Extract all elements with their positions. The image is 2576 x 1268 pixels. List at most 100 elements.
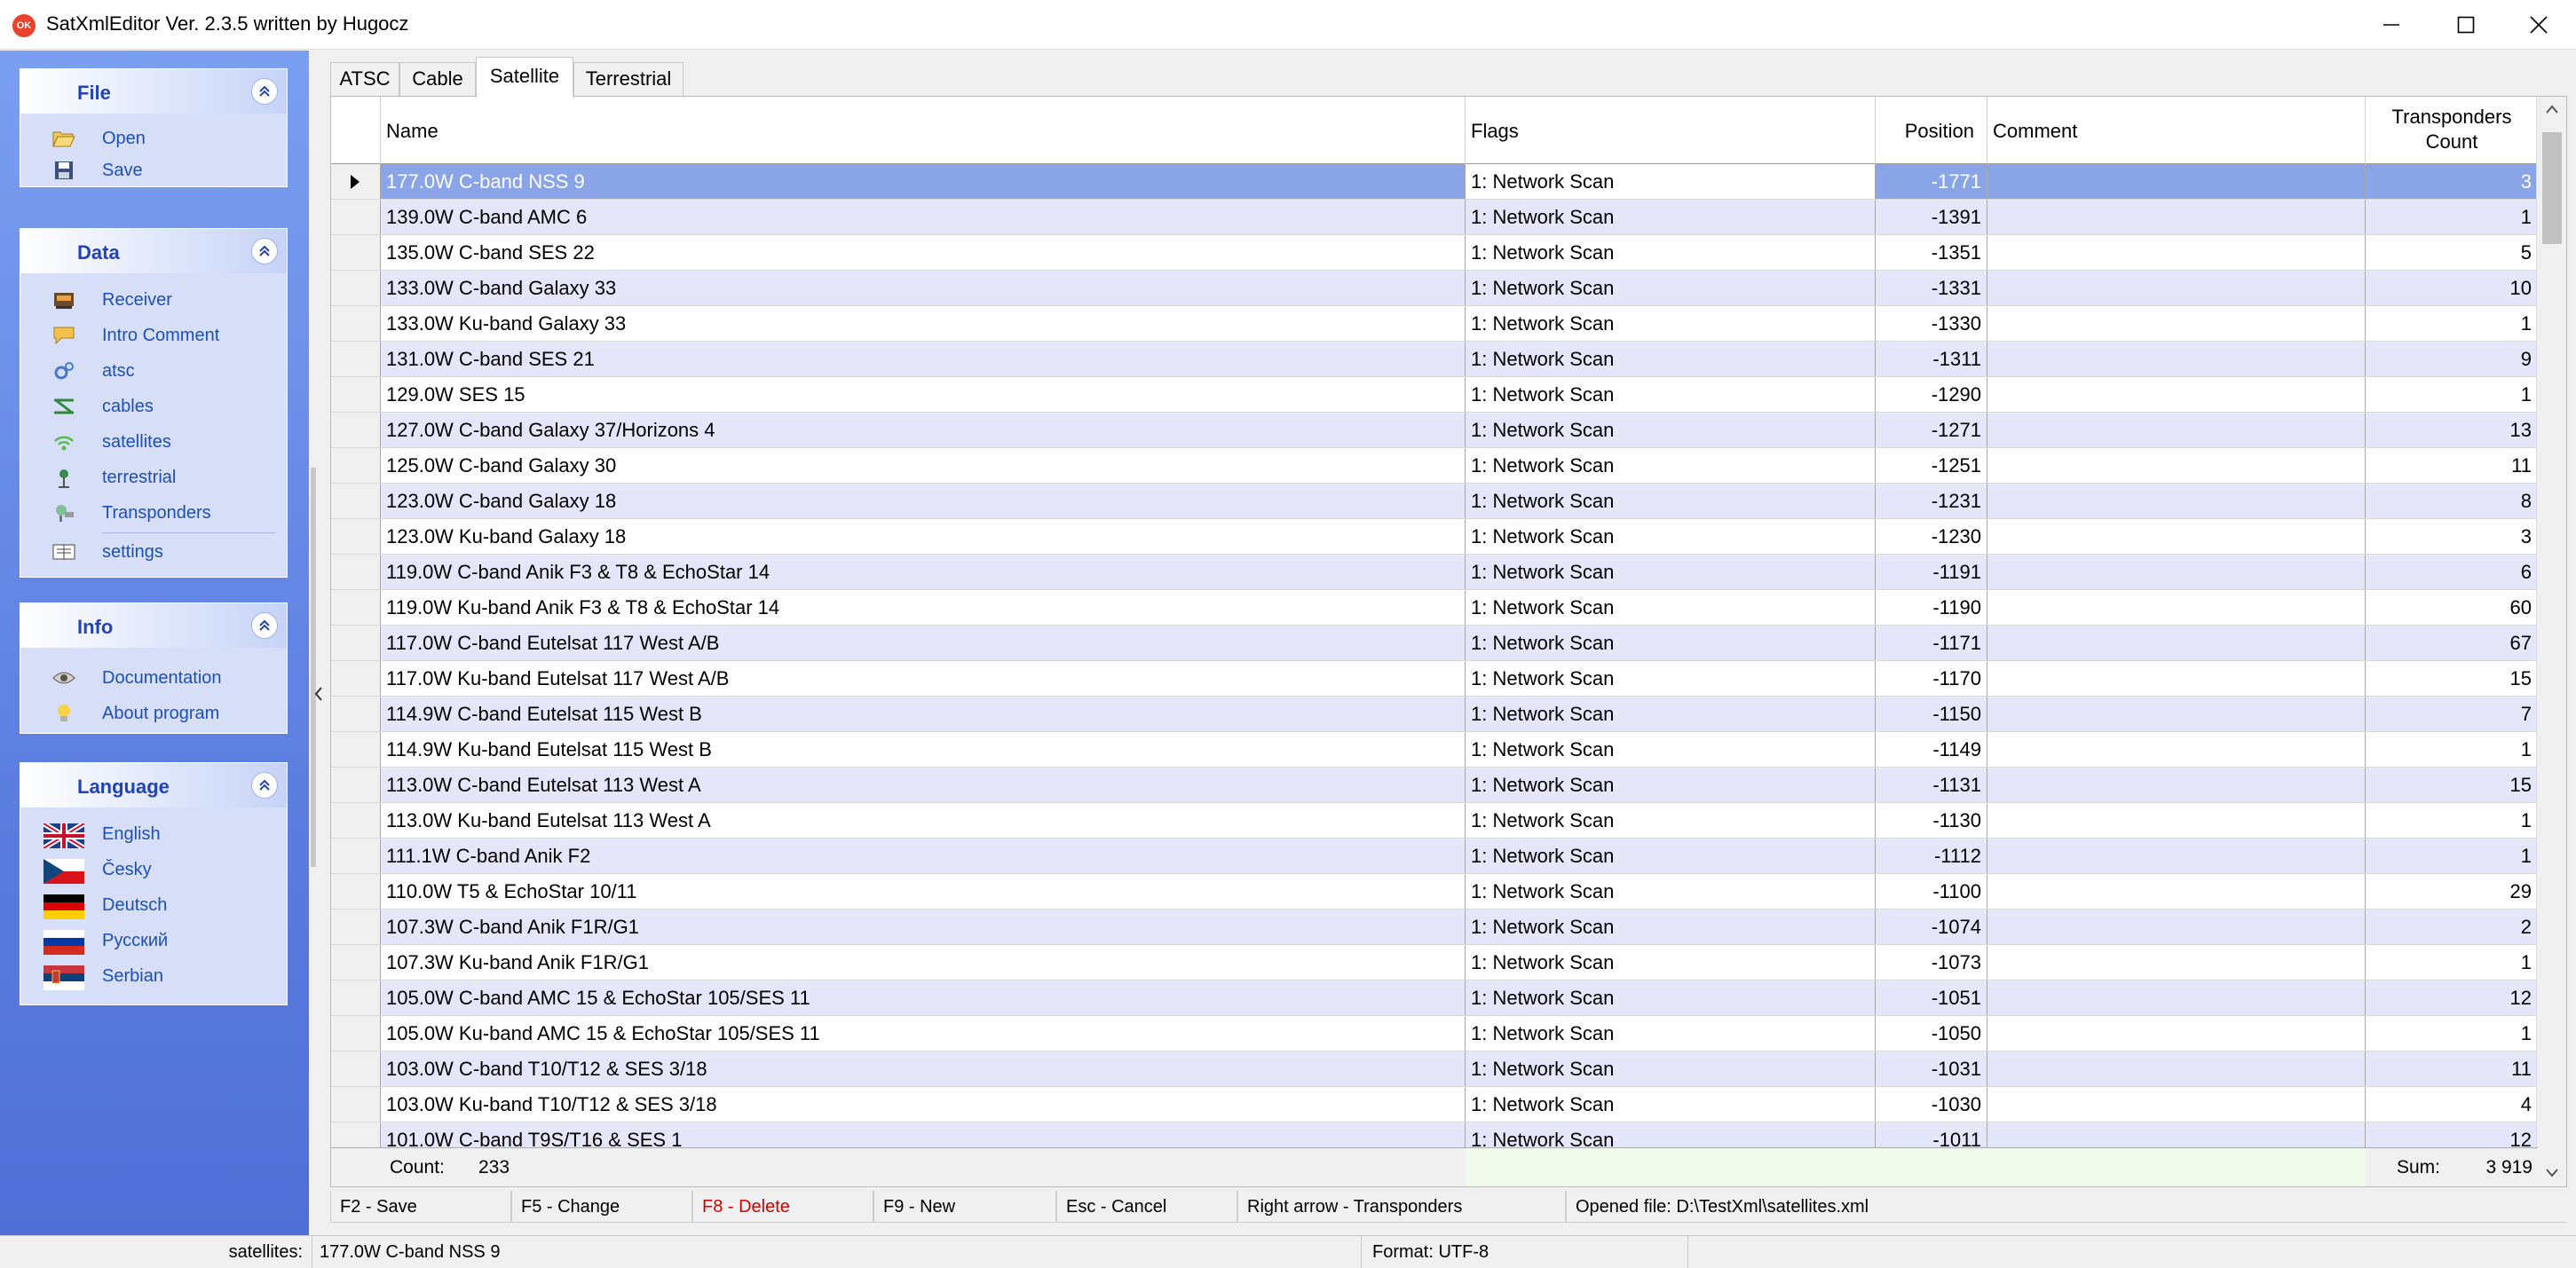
cell-position[interactable]: -1030 (1876, 1087, 1987, 1122)
cell-comment[interactable] (1987, 235, 2366, 270)
table-row[interactable]: 105.0W C-band AMC 15 & EchoStar 105/SES … (331, 981, 2538, 1016)
table-row[interactable]: 105.0W Ku-band AMC 15 & EchoStar 105/SES… (331, 1016, 2538, 1051)
cell-comment[interactable] (1987, 1087, 2366, 1122)
cell-position[interactable]: -1171 (1876, 626, 1987, 660)
cell-transponders-count[interactable]: 10 (2366, 271, 2538, 305)
minimize-button[interactable] (2354, 0, 2429, 50)
table-row[interactable]: 117.0W Ku-band Eutelsat 117 West A/B 1: N… (331, 661, 2538, 697)
cell-transponders-count[interactable]: 1 (2366, 200, 2538, 234)
row-header[interactable] (331, 732, 381, 767)
cell-name[interactable]: 139.0W C-band AMC 6 (381, 200, 1466, 234)
sidebar-item-cables[interactable]: cables (20, 390, 287, 422)
cell-position[interactable]: -1051 (1876, 981, 1987, 1015)
cell-position[interactable]: -1271 (1876, 413, 1987, 447)
cell-flags[interactable]: 1: Network Scan (1466, 697, 1876, 731)
tab-atsc[interactable]: ATSC (330, 62, 399, 96)
cell-position[interactable]: -1150 (1876, 697, 1987, 731)
scroll-down-icon[interactable] (2545, 1167, 2559, 1177)
sidebar-item-terrestrial[interactable]: terrestrial (20, 461, 287, 493)
hotkey-delete[interactable]: F8 - Delete (692, 1191, 873, 1223)
cell-name[interactable]: 135.0W C-band SES 22 (381, 235, 1466, 270)
cell-transponders-count[interactable]: 29 (2366, 874, 2538, 909)
cell-position[interactable]: -1391 (1876, 200, 1987, 234)
cell-flags[interactable]: 1: Network Scan (1466, 306, 1876, 341)
cell-transponders-count[interactable]: 12 (2366, 981, 2538, 1015)
table-row[interactable]: 129.0W SES 15 1: Network Scan -1290 1 (331, 377, 2538, 413)
row-header[interactable] (331, 661, 381, 696)
info-panel-header[interactable]: Info (20, 603, 287, 648)
cell-flags[interactable]: 1: Network Scan (1466, 1016, 1876, 1051)
cell-transponders-count[interactable]: 9 (2366, 342, 2538, 376)
cell-flags[interactable]: 1: Network Scan (1466, 413, 1876, 447)
sidebar-item-documentation[interactable]: Documentation (20, 662, 287, 694)
cell-position[interactable]: -1112 (1876, 839, 1987, 873)
table-row[interactable]: 125.0W C-band Galaxy 30 1: Network Scan -1… (331, 448, 2538, 484)
cell-transponders-count[interactable]: 6 (2366, 555, 2538, 589)
row-header[interactable] (331, 519, 381, 554)
maximize-button[interactable] (2429, 0, 2503, 50)
table-row[interactable]: 107.3W C-band Anik F1R/G1 1: Network Scan… (331, 910, 2538, 945)
cell-flags[interactable]: 1: Network Scan (1466, 839, 1876, 873)
cell-transponders-count[interactable]: 8 (2366, 484, 2538, 518)
cell-name[interactable]: 113.0W C-band Eutelsat 113 West A (381, 768, 1466, 802)
row-header[interactable] (331, 626, 381, 660)
cell-flags[interactable]: 1: Network Scan (1466, 768, 1876, 802)
language-english[interactable]: English (20, 818, 287, 850)
cell-flags[interactable]: 1: Network Scan (1466, 235, 1876, 270)
cell-position[interactable]: -1190 (1876, 590, 1987, 625)
cell-name[interactable]: 131.0W C-band SES 21 (381, 342, 1466, 376)
row-header[interactable] (331, 1087, 381, 1122)
cell-transponders-count[interactable]: 1 (2366, 1016, 2538, 1051)
cell-position[interactable]: -1073 (1876, 945, 1987, 980)
cell-position[interactable]: -1191 (1876, 555, 1987, 589)
row-header[interactable] (331, 910, 381, 944)
row-header[interactable] (331, 342, 381, 376)
cell-name[interactable]: 125.0W C-band Galaxy 30 (381, 448, 1466, 483)
cell-comment[interactable] (1987, 839, 2366, 873)
column-header-name[interactable]: Name (381, 97, 1466, 164)
row-header[interactable] (331, 413, 381, 447)
cell-name[interactable]: 105.0W C-band AMC 15 & EchoStar 105/SES … (381, 981, 1466, 1015)
cell-name[interactable]: 117.0W C-band Eutelsat 117 West A/B (381, 626, 1466, 660)
chevron-up-icon[interactable] (251, 238, 278, 264)
row-header[interactable] (331, 200, 381, 234)
cell-flags[interactable]: 1: Network Scan (1466, 200, 1876, 234)
cell-comment[interactable] (1987, 697, 2366, 731)
cell-comment[interactable] (1987, 1016, 2366, 1051)
cell-flags[interactable]: 1: Network Scan (1466, 945, 1876, 980)
row-header[interactable] (331, 981, 381, 1015)
cell-transponders-count[interactable]: 11 (2366, 1051, 2538, 1086)
cell-flags[interactable]: 1: Network Scan (1466, 910, 1876, 944)
cell-comment[interactable] (1987, 590, 2366, 625)
row-header[interactable] (331, 1051, 381, 1086)
cell-comment[interactable] (1987, 200, 2366, 234)
cell-name[interactable]: 110.0W T5 & EchoStar 10/11 (381, 874, 1466, 909)
row-header[interactable] (331, 271, 381, 305)
cell-comment[interactable] (1987, 981, 2366, 1015)
column-header-position[interactable]: Position (1876, 97, 1987, 164)
cell-comment[interactable] (1987, 519, 2366, 554)
cell-transponders-count[interactable]: 1 (2366, 732, 2538, 767)
cell-flags[interactable]: 1: Network Scan (1466, 661, 1876, 696)
cell-position[interactable]: -1311 (1876, 342, 1987, 376)
cell-name[interactable]: 129.0W SES 15 (381, 377, 1466, 412)
close-button[interactable] (2501, 0, 2576, 50)
cell-position[interactable]: -1100 (1876, 874, 1987, 909)
cell-transponders-count[interactable]: 1 (2366, 803, 2538, 838)
language-russian[interactable]: Русский (20, 925, 287, 957)
cell-position[interactable]: -1330 (1876, 306, 1987, 341)
hotkey-new[interactable]: F9 - New (873, 1191, 1056, 1223)
row-header[interactable] (331, 164, 381, 199)
cell-comment[interactable] (1987, 377, 2366, 412)
cell-comment[interactable] (1987, 768, 2366, 802)
cell-flags[interactable]: 1: Network Scan (1466, 271, 1876, 305)
cell-position[interactable]: -1351 (1876, 235, 1987, 270)
cell-position[interactable]: -1170 (1876, 661, 1987, 696)
table-row[interactable]: 107.3W Ku-band Anik F1R/G1 1: Network Sca… (331, 945, 2538, 981)
cell-flags[interactable]: 1: Network Scan (1466, 519, 1876, 554)
tab-cable[interactable]: Cable (399, 62, 476, 96)
table-row[interactable]: 133.0W Ku-band Galaxy 33 1: Network Scan -… (331, 306, 2538, 342)
chevron-up-icon[interactable] (251, 78, 278, 105)
sidebar-item-about-program[interactable]: About program (20, 697, 287, 729)
cell-flags[interactable]: 1: Network Scan (1466, 448, 1876, 483)
